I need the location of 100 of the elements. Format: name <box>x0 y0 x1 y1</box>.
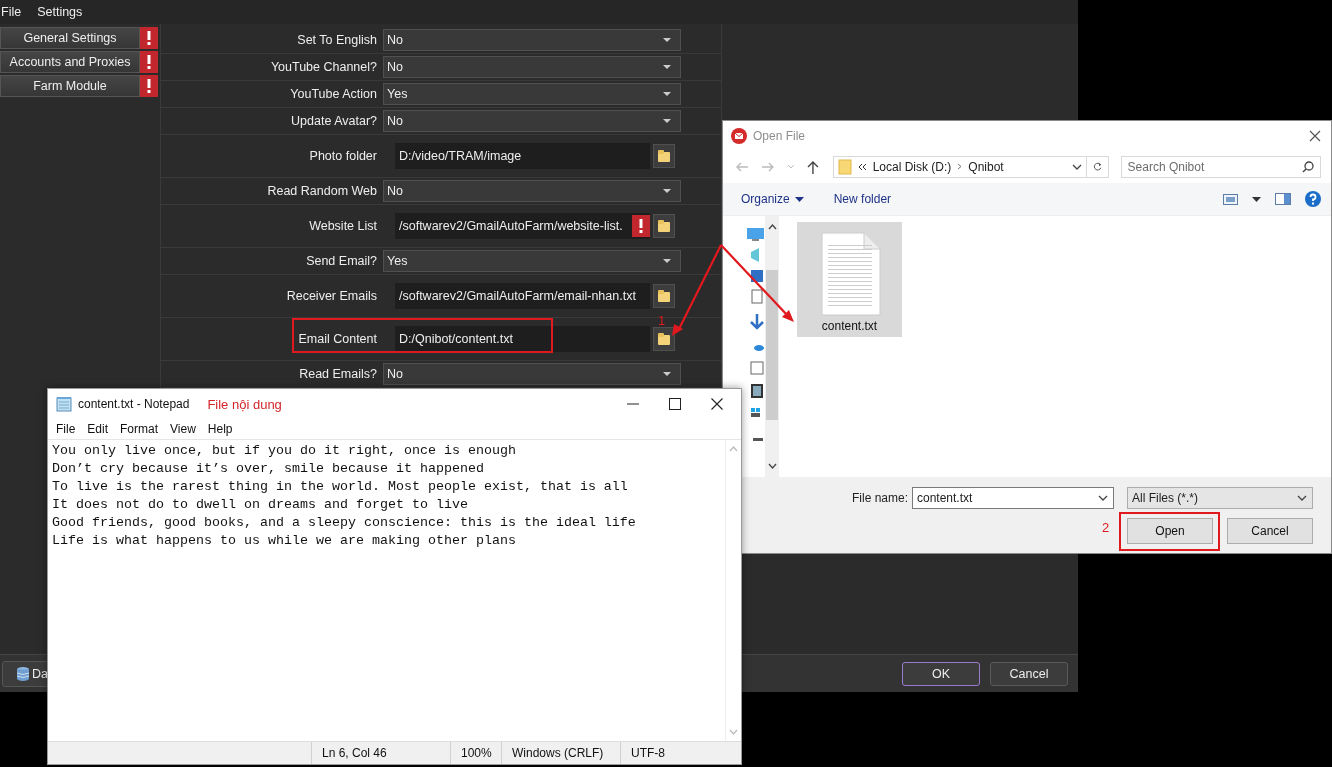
dialog-button[interactable]: Cancel <box>990 661 1068 686</box>
chevron-down-icon[interactable] <box>1297 495 1307 501</box>
browse-button[interactable] <box>653 327 675 351</box>
caret-icon[interactable] <box>1252 196 1261 202</box>
dropdown[interactable]: Yes <box>383 83 681 105</box>
setting-label: Send Email? <box>305 254 378 268</box>
close-icon[interactable] <box>711 398 723 410</box>
menu-item[interactable]: Edit <box>87 422 109 436</box>
chevron-down-icon[interactable] <box>1071 163 1082 170</box>
status-text: Ln 6, Col 46 <box>311 742 450 764</box>
dropdown[interactable]: No <box>383 363 681 385</box>
text-line: It does not do to dwell on dreams and forget to live <box>52 496 469 514</box>
menu-item[interactable]: Settings <box>36 5 84 19</box>
document-tile[interactable]: content.txt <box>797 222 902 337</box>
field-label: File name: <box>851 491 908 505</box>
text-line: Don’t cry because it’s over, smile because it happened <box>52 460 485 478</box>
step-number: 1 <box>658 313 666 328</box>
browse-button[interactable] <box>653 284 675 308</box>
dropdown[interactable]: Yes <box>383 250 681 272</box>
toolbar-button[interactable]: Organize <box>741 192 804 206</box>
breadcrumb-item[interactable]: Qnibot <box>968 159 1004 174</box>
sidebar-button[interactable]: Accounts and Proxies <box>0 51 140 73</box>
menu-item[interactable]: File <box>0 5 23 19</box>
preview-pane-icon[interactable] <box>1275 193 1291 205</box>
maximize-icon[interactable] <box>669 398 681 410</box>
dropdown[interactable]: No <box>383 56 681 78</box>
chevron-down-icon[interactable] <box>767 463 777 469</box>
setting-label: Set To English <box>296 33 378 47</box>
path-field[interactable]: D:/Qnibot/content.txt <box>395 326 650 352</box>
menu-item[interactable]: File <box>56 422 76 436</box>
browse-button[interactable] <box>653 144 675 168</box>
search-input[interactable]: Search Qnibot <box>1127 159 1288 174</box>
folder-icon <box>655 330 673 348</box>
status-text: Windows (CRLF) <box>501 742 620 764</box>
dropdown[interactable]: No <box>383 29 681 51</box>
chevron-up-icon[interactable] <box>767 224 777 230</box>
chevron-down-icon[interactable] <box>1098 495 1108 501</box>
text-line: To live is the rarest thing in the world. Most people exist, that is all <box>52 478 629 496</box>
setting-label: Photo folder <box>308 149 378 163</box>
annotation-label: File nội dung <box>207 396 282 412</box>
caret-icon <box>794 196 804 202</box>
setting-label: Receiver Emails <box>285 289 378 303</box>
path-field[interactable]: /softwarev2/GmailAutoFarm/website-list. <box>395 213 650 239</box>
setting-label: YouTube Action <box>289 87 378 101</box>
caret-icon <box>662 118 672 124</box>
menu-item[interactable]: Help <box>207 422 233 436</box>
folder-icon <box>655 287 673 305</box>
help-icon[interactable] <box>1305 191 1321 207</box>
database-icon <box>15 665 31 682</box>
dialog-button[interactable]: Open <box>1127 518 1213 544</box>
path-field[interactable]: /softwarev2/GmailAutoFarm/email-nhan.txt <box>395 283 650 309</box>
status-text: 100% <box>450 742 501 764</box>
caret-icon <box>662 188 672 194</box>
setting-label: Read Emails? <box>298 367 378 381</box>
window-title: Open File <box>753 128 806 143</box>
caret-icon <box>662 371 672 377</box>
folder-icon <box>655 147 673 165</box>
scrollbar[interactable] <box>765 216 779 477</box>
notepad-icon <box>56 396 72 412</box>
setting-label: Update Avatar? <box>290 114 378 128</box>
dropdown[interactable]: No <box>383 110 681 132</box>
folder-icon <box>837 158 852 175</box>
caret-icon <box>662 91 672 97</box>
refresh-icon <box>1092 160 1102 173</box>
menu-item[interactable]: Format <box>120 422 159 436</box>
dialog-button[interactable]: OK <box>902 661 980 686</box>
step-number: 2 <box>1102 520 1110 535</box>
caret-icon <box>662 64 672 70</box>
text-line: Life is what happens to us while we are making other plans <box>52 532 517 550</box>
folder-icon <box>655 217 673 235</box>
file-type-dropdown[interactable]: All Files (*.*) <box>1127 487 1313 509</box>
file-name-field[interactable]: content.txt <box>912 487 1114 509</box>
sidebar-button[interactable]: Farm Module <box>0 75 140 97</box>
dropdown[interactable]: No <box>383 180 681 202</box>
caret-icon <box>662 258 672 264</box>
view-icon[interactable] <box>1223 193 1238 205</box>
refresh-button[interactable] <box>1086 155 1109 178</box>
text-line: You only live once, but if you do it right, once is enough <box>52 442 517 460</box>
window-title: content.txt - Notepad <box>78 397 190 411</box>
close-icon[interactable] <box>1309 129 1321 142</box>
up-arrow-icon[interactable] <box>806 159 819 174</box>
path-field[interactable]: D:/video/TRAM/image <box>395 143 650 169</box>
caret-icon <box>662 37 672 43</box>
menu-item[interactable]: View <box>170 422 196 436</box>
browse-button[interactable] <box>653 214 675 238</box>
setting-label: Email Content <box>297 332 378 346</box>
dialog-button[interactable]: Cancel <box>1227 518 1313 544</box>
breadcrumb-item[interactable]: Local Disk (D:) <box>872 159 952 174</box>
status-text: UTF-8 <box>620 742 681 764</box>
sidebar-button[interactable]: General Settings <box>0 27 140 49</box>
address-bar[interactable]: Local Disk (D:) Qnibot <box>832 155 1087 178</box>
toolbar-button[interactable]: New folder <box>833 192 892 206</box>
text-line: Good friends, good books, and a sleepy conscience: this is the ideal life <box>52 514 637 532</box>
chevron-right-icon <box>957 163 963 170</box>
mail-icon <box>731 127 747 144</box>
setting-label: Website List <box>308 219 378 233</box>
setting-label: Read Random Web <box>266 184 378 198</box>
setting-label: YouTube Channel? <box>269 60 378 74</box>
double-chevron-icon <box>857 162 867 171</box>
search-field[interactable]: Search Qnibot <box>1120 155 1321 178</box>
